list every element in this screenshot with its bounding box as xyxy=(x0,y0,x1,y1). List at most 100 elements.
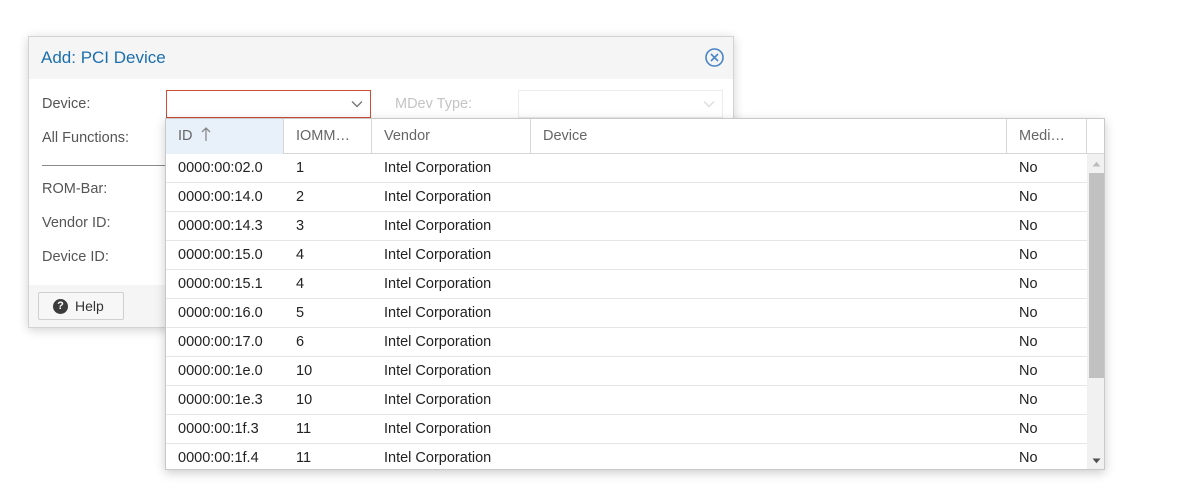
dialog-header: Add: PCI Device xyxy=(29,37,733,79)
grid-body: 0000:00:02.0 1 Intel Corporation No 0000… xyxy=(166,154,1087,469)
cell-id: 0000:00:17.0 xyxy=(178,334,263,350)
help-button-label: Help xyxy=(75,298,104,314)
scroll-down-arrow-icon[interactable] xyxy=(1087,453,1104,469)
scrollbar-thumb[interactable] xyxy=(1089,173,1104,378)
cell-iommu: 10 xyxy=(296,392,313,408)
rom-bar-label: ROM-Bar: xyxy=(42,181,108,197)
grid-header: ID IOMM… Vendor Device Medi… xyxy=(166,119,1087,154)
arrow-up-icon xyxy=(201,121,211,154)
cell-mdev: No xyxy=(1019,276,1038,292)
scroll-up-arrow-icon[interactable] xyxy=(1087,156,1104,172)
chevron-down-icon[interactable] xyxy=(350,97,364,111)
cell-iommu: 11 xyxy=(296,421,312,437)
cell-id: 0000:00:15.1 xyxy=(178,276,263,292)
cell-device xyxy=(531,357,555,386)
cell-device xyxy=(531,270,555,299)
cell-mdev: No xyxy=(1019,363,1038,379)
cell-id: 0000:00:16.0 xyxy=(178,305,263,321)
cell-iommu: 1 xyxy=(296,160,305,176)
cell-iommu: 4 xyxy=(296,276,305,292)
cell-vendor: Intel Corporation xyxy=(384,305,492,321)
dialog-title: Add: PCI Device xyxy=(41,48,166,67)
cell-vendor: Intel Corporation xyxy=(384,189,492,205)
column-header-vendor-label: Vendor xyxy=(384,128,430,144)
table-row[interactable]: 0000:00:14.0 2 Intel Corporation No xyxy=(166,183,1087,212)
device-picker-dropdown: ID IOMM… Vendor Device Medi… 0000:00:02.… xyxy=(165,118,1105,470)
cell-vendor: Intel Corporation xyxy=(384,334,492,350)
question-circle-icon: ? xyxy=(53,298,68,314)
cell-iommu: 11 xyxy=(296,450,312,466)
cell-vendor: Intel Corporation xyxy=(384,363,492,379)
cell-iommu: 10 xyxy=(296,363,313,379)
column-header-vendor[interactable]: Vendor xyxy=(372,119,531,154)
cell-iommu: 2 xyxy=(296,189,305,205)
table-row[interactable]: 0000:00:15.0 4 Intel Corporation No xyxy=(166,241,1087,270)
cell-device xyxy=(531,386,555,415)
help-button[interactable]: ? Help xyxy=(38,292,124,320)
column-header-device-label: Device xyxy=(543,128,588,144)
vendor-id-label: Vendor ID: xyxy=(42,215,111,231)
device-id-label: Device ID: xyxy=(42,249,109,265)
cell-device xyxy=(531,328,555,357)
table-row[interactable]: 0000:00:02.0 1 Intel Corporation No xyxy=(166,154,1087,183)
header-filler xyxy=(1087,119,1104,154)
cell-id: 0000:00:1e.3 xyxy=(178,392,263,408)
table-row[interactable]: 0000:00:14.3 3 Intel Corporation No xyxy=(166,212,1087,241)
cell-vendor: Intel Corporation xyxy=(384,276,492,292)
column-header-mdev[interactable]: Medi… xyxy=(1007,119,1087,154)
vertical-scrollbar[interactable] xyxy=(1087,154,1104,469)
cell-vendor: Intel Corporation xyxy=(384,421,492,437)
cell-iommu: 4 xyxy=(296,247,305,263)
mdev-type-combobox xyxy=(518,90,723,118)
table-row[interactable]: 0000:00:17.0 6 Intel Corporation No xyxy=(166,328,1087,357)
cell-iommu: 3 xyxy=(296,218,305,234)
table-row[interactable]: 0000:00:1e.3 10 Intel Corporation No xyxy=(166,386,1087,415)
all-functions-label: All Functions: xyxy=(42,130,130,146)
cell-vendor: Intel Corporation xyxy=(384,160,492,176)
table-row[interactable]: 0000:00:1f.3 11 Intel Corporation No xyxy=(166,415,1087,444)
cell-iommu: 5 xyxy=(296,305,305,321)
cell-device xyxy=(531,241,555,270)
cell-id: 0000:00:14.3 xyxy=(178,218,263,234)
cell-device xyxy=(531,154,555,183)
cell-mdev: No xyxy=(1019,392,1038,408)
cell-device xyxy=(531,444,555,469)
column-header-device[interactable]: Device xyxy=(531,119,1007,154)
cell-mdev: No xyxy=(1019,421,1038,437)
mdev-type-label: MDev Type: xyxy=(395,96,473,112)
cell-id: 0000:00:02.0 xyxy=(178,160,263,176)
device-combobox[interactable] xyxy=(166,90,371,118)
column-header-id[interactable]: ID xyxy=(166,119,284,154)
cell-device xyxy=(531,183,555,212)
chevron-down-icon xyxy=(702,97,716,111)
cell-id: 0000:00:14.0 xyxy=(178,189,263,205)
cell-iommu: 6 xyxy=(296,334,305,350)
cell-mdev: No xyxy=(1019,334,1038,350)
cell-mdev: No xyxy=(1019,218,1038,234)
cell-device xyxy=(531,415,555,444)
cell-vendor: Intel Corporation xyxy=(384,392,492,408)
column-header-iommu[interactable]: IOMM… xyxy=(284,119,372,154)
table-row[interactable]: 0000:00:16.0 5 Intel Corporation No xyxy=(166,299,1087,328)
cell-mdev: No xyxy=(1019,450,1038,466)
column-header-mdev-label: Medi… xyxy=(1019,128,1065,144)
cell-id: 0000:00:1e.0 xyxy=(178,363,263,379)
cell-id: 0000:00:15.0 xyxy=(178,247,263,263)
cell-id: 0000:00:1f.3 xyxy=(178,421,259,437)
cell-device xyxy=(531,212,555,241)
table-row[interactable]: 0000:00:1e.0 10 Intel Corporation No xyxy=(166,357,1087,386)
cell-vendor: Intel Corporation xyxy=(384,218,492,234)
cell-device xyxy=(531,299,555,328)
column-header-iommu-label: IOMM… xyxy=(296,128,350,144)
device-label: Device: xyxy=(42,96,91,112)
cell-mdev: No xyxy=(1019,305,1038,321)
column-header-id-label: ID xyxy=(178,128,193,144)
cell-mdev: No xyxy=(1019,247,1038,263)
cell-vendor: Intel Corporation xyxy=(384,450,492,466)
cell-mdev: No xyxy=(1019,189,1038,205)
cell-id: 0000:00:1f.4 xyxy=(178,450,259,466)
table-row[interactable]: 0000:00:15.1 4 Intel Corporation No xyxy=(166,270,1087,299)
cell-mdev: No xyxy=(1019,160,1038,176)
close-circle-icon[interactable] xyxy=(704,47,725,68)
table-row[interactable]: 0000:00:1f.4 11 Intel Corporation No xyxy=(166,444,1087,469)
